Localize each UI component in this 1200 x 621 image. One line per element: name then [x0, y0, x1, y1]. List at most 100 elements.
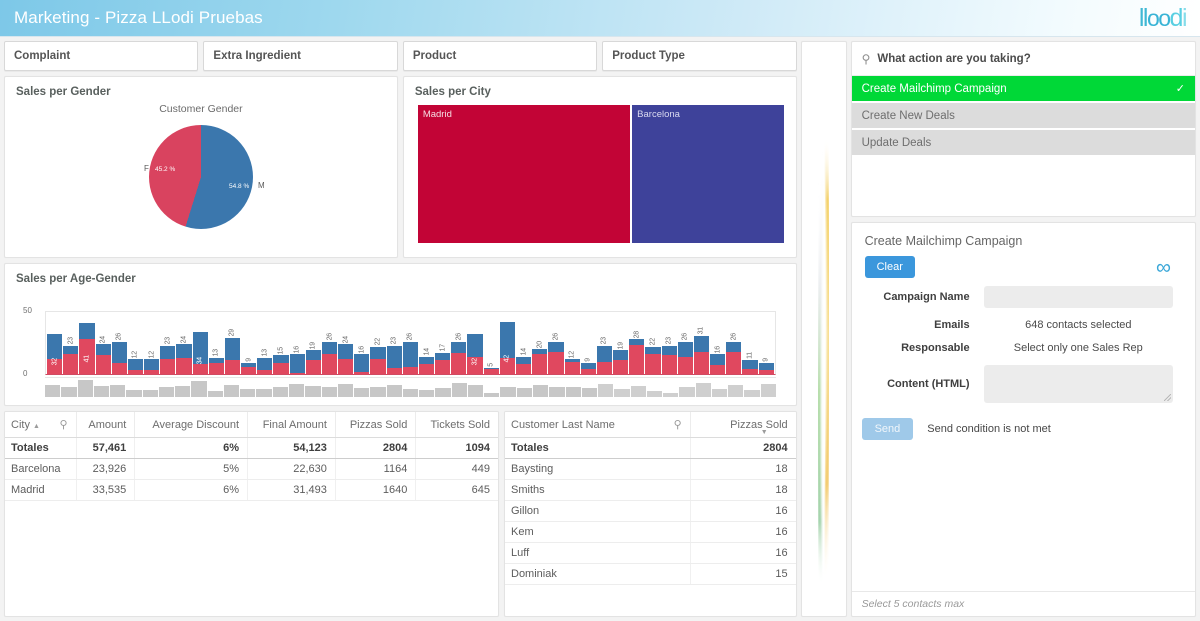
bar-segment-female [596, 361, 613, 374]
table-row[interactable]: Dominiak 15 [505, 563, 796, 585]
cell-pizzas-sold: 16 [690, 521, 796, 543]
logo-part-1: ll [1138, 3, 1149, 32]
age-gender-bar-chart[interactable]: 50 0 32 23 41 24 26 12 12 23 24 34 13 29 9 13 15 16 19 26… [15, 289, 786, 397]
customer-table-col-last-name[interactable]: Customer Last Name ⚲ [505, 412, 691, 438]
table-row-totals[interactable]: Totales 57,461 6% 54,123 2804 1094 [5, 437, 498, 459]
bar-column[interactable]: 23 [63, 312, 79, 374]
search-icon[interactable]: ⚲ [60, 418, 68, 431]
bar-column[interactable]: 12 [127, 312, 144, 374]
bar-segment-female [241, 366, 257, 374]
cell-customer-name: Smiths [505, 479, 691, 501]
bar-column[interactable]: 15 [273, 312, 289, 374]
bar-column[interactable]: 5 [483, 312, 499, 374]
action-option-0[interactable]: Create Mailchimp Campaign ✓ [851, 76, 1195, 101]
action-option-2[interactable]: Update Deals [851, 130, 1195, 155]
bar-column[interactable]: 24 [95, 312, 111, 374]
pie-slices[interactable] [148, 125, 253, 229]
bar-column[interactable]: 23 [596, 312, 613, 374]
city-table-col-city[interactable]: City ⚲ [5, 412, 77, 438]
clear-button[interactable]: Clear [864, 256, 915, 278]
bar-column[interactable]: 42 [499, 312, 515, 374]
bar-column[interactable]: 26 [726, 312, 742, 374]
customer-table-col-pizzas-sold[interactable]: Pizzas Sold [690, 412, 796, 438]
table-row[interactable]: Baysting 18 [505, 458, 796, 480]
city-table-col-pizzas-sold[interactable]: Pizzas Sold [335, 412, 417, 438]
content-html-textarea[interactable] [983, 365, 1173, 403]
bar-column[interactable]: 26 [451, 312, 467, 374]
bar-column[interactable]: 26 [677, 312, 693, 374]
bar-segment-female [693, 351, 710, 374]
bar-column[interactable]: 23 [386, 312, 402, 374]
city-table-col-amount[interactable]: Amount [76, 412, 136, 438]
action-search-row[interactable]: ⚲ What action are you taking? [851, 42, 1195, 76]
minimap-bar [256, 389, 272, 397]
bar-column[interactable]: 16 [354, 312, 370, 374]
action-option-1[interactable]: Create New Deals [851, 103, 1195, 128]
bar-column[interactable]: 14 [418, 312, 435, 374]
bar-column[interactable]: 13 [208, 312, 224, 374]
y-axis-tick-min: 0 [23, 369, 28, 378]
table-row[interactable]: Gillon 16 [505, 500, 796, 522]
bar-column[interactable]: 13 [257, 312, 273, 374]
bar-column[interactable]: 22 [645, 312, 661, 374]
bar-column[interactable]: 23 [160, 312, 176, 374]
bar-column[interactable]: 16 [289, 312, 305, 374]
city-table-col-final-amount[interactable]: Final Amount [247, 412, 336, 438]
bar-column[interactable]: 32 [467, 312, 483, 374]
city-treemap: Madrid Barcelona [417, 105, 784, 243]
bar-column[interactable]: 26 [321, 312, 338, 374]
bar-column[interactable]: 26 [402, 312, 418, 374]
treemap-cell-barcelona[interactable]: Barcelona [632, 105, 784, 243]
gender-pie-chart[interactable]: Customer Gender F 45.2 % M 54.8 % [5, 103, 397, 253]
filter-product[interactable]: Product [402, 41, 598, 71]
action-search-label: What action are you taking? [877, 53, 1031, 65]
campaign-name-input[interactable] [983, 286, 1173, 308]
bar-column[interactable]: 23 [661, 312, 677, 374]
bar-value-label: 15 [277, 346, 285, 355]
bar-column[interactable]: 31 [693, 312, 710, 374]
bar-column[interactable]: 12 [564, 312, 580, 374]
bar-column[interactable]: 11 [742, 312, 758, 374]
bar-column[interactable]: 12 [144, 312, 160, 374]
filter-extra-ingredient[interactable]: Extra Ingredient [203, 41, 398, 71]
bar-column[interactable]: 9 [241, 312, 257, 374]
bar-column[interactable]: 17 [435, 312, 451, 374]
bar-column[interactable]: 24 [176, 312, 192, 374]
bar-chart-minimap-scrollbar[interactable] [45, 377, 776, 397]
send-button[interactable]: Send [861, 418, 914, 440]
search-icon[interactable]: ⚲ [674, 418, 682, 431]
bar-column[interactable]: 24 [338, 312, 354, 374]
campaign-name-row: Campaign Name [862, 286, 1173, 308]
bar-column[interactable]: 26 [111, 312, 127, 374]
table-row[interactable]: Luff 16 [505, 542, 796, 564]
app-header: Marketing - Pizza LLodi Pruebas ll oo d i [0, 0, 1200, 37]
bar-column[interactable]: 20 [532, 312, 548, 374]
bar-column[interactable]: 16 [710, 312, 726, 374]
bar-column[interactable]: 22 [370, 312, 386, 374]
table-row[interactable]: Barcelona 23,926 5% 22,630 1164 449 [5, 458, 498, 480]
bar-column[interactable]: 19 [613, 312, 629, 374]
bar-column[interactable]: 41 [79, 312, 95, 374]
bar-column[interactable]: 29 [224, 312, 241, 374]
table-row[interactable]: Madrid 33,535 6% 31,493 1640 645 [5, 479, 498, 501]
bar-column[interactable]: 9 [758, 312, 774, 374]
bar-column[interactable]: 34 [192, 312, 208, 374]
minimap-bar [598, 383, 614, 397]
treemap-cell-madrid[interactable]: Madrid [417, 105, 631, 243]
bar-plot-area[interactable]: 32 23 41 24 26 12 12 23 24 34 13 29 9 13 15 16 19 26 24 16 2… [45, 311, 776, 375]
bar-column[interactable]: 26 [548, 312, 564, 374]
bar-column[interactable]: 32 [47, 312, 63, 374]
city-table-col-avg-discount[interactable]: Average Discount [134, 412, 249, 438]
table-row[interactable]: Smiths 18 [505, 479, 796, 501]
filter-product-type[interactable]: Product Type [602, 41, 797, 71]
search-icon[interactable]: ⚲ [862, 52, 871, 66]
bar-column[interactable]: 19 [305, 312, 321, 374]
city-table-col-tickets-sold[interactable]: Tickets Sold [415, 412, 498, 438]
table-row[interactable]: Kem 16 [505, 521, 796, 543]
bar-column[interactable]: 14 [515, 312, 532, 374]
collapsed-chart-strip[interactable] [800, 41, 847, 617]
table-row-totals[interactable]: Totales 2804 [505, 437, 796, 459]
filter-complaint[interactable]: Complaint [4, 41, 199, 71]
bar-column[interactable]: 9 [580, 312, 596, 374]
bar-column[interactable]: 28 [629, 312, 645, 374]
